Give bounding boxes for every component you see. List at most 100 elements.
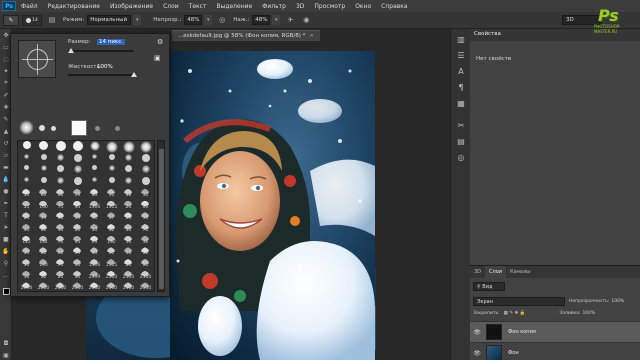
brush-size-number: 2500 xyxy=(54,286,67,292)
brush-size-number: 1106 xyxy=(88,263,101,268)
character-panel-icon[interactable]: A xyxy=(451,63,471,79)
brush-preset-picker[interactable]: 14 xyxy=(22,14,42,26)
clone-source-panel-icon[interactable]: ◎ xyxy=(451,149,471,165)
brush-presets-panel-icon[interactable]: ▤ xyxy=(451,133,471,149)
brush-size-number: 60 xyxy=(142,263,149,268)
brush-size-number: 60 xyxy=(142,204,149,210)
lock-label: Закрепить: xyxy=(473,311,500,316)
brush-size-number: 23 xyxy=(125,216,132,222)
brush-preset-cell[interactable]: 2500 xyxy=(35,281,52,291)
tools-panel-icon[interactable]: ✂ xyxy=(451,117,471,133)
brush-size-number: 2500 xyxy=(122,286,135,292)
size-value-field[interactable]: 14 пикс. xyxy=(97,39,126,45)
tab-3d[interactable]: 3D xyxy=(470,266,485,278)
menu-edit[interactable]: Редактирование xyxy=(43,3,105,10)
brush-angle-preview[interactable] xyxy=(18,40,56,78)
brush-size-number: 63 xyxy=(40,251,47,257)
mode-select[interactable]: Нормальный xyxy=(87,15,132,25)
menu-3d[interactable]: 3D xyxy=(291,3,309,10)
menu-layers[interactable]: Слои xyxy=(158,3,184,10)
brush-size-number: 2500 xyxy=(139,286,152,292)
blend-mode-select[interactable]: Экран xyxy=(473,297,565,306)
menu-help[interactable]: Справка xyxy=(376,3,412,10)
options-bar: ✎ 14 ▤ Режим: Нормальный ▾ Непрозр.: 48%… xyxy=(0,12,640,29)
close-icon[interactable]: × xyxy=(309,33,314,39)
paragraph-panel-icon[interactable]: ¶ xyxy=(451,79,471,95)
document-tab[interactable]: ...eskdefault.jpg @ 58% (Фон копия, RGB/… xyxy=(172,30,320,41)
tab-channels[interactable]: Каналы xyxy=(506,266,534,278)
brush-size-number: 36 xyxy=(142,216,149,222)
pressure-size-icon[interactable]: ◉ xyxy=(300,15,312,26)
brush-tip-icon xyxy=(108,177,115,184)
brush-preset-cell[interactable]: 2500 xyxy=(120,281,137,292)
eye-icon[interactable]: 👁 xyxy=(470,350,484,357)
brush-size-number: 39 xyxy=(40,216,47,222)
airbrush-icon[interactable]: ✈ xyxy=(284,15,296,26)
recent-brush-soft[interactable] xyxy=(19,120,34,135)
brush-preset-cell[interactable]: 2500 xyxy=(137,281,154,292)
hardness-slider[interactable] xyxy=(68,74,134,76)
size-slider[interactable] xyxy=(68,50,134,52)
lock-icons[interactable]: ▦ ✎ ✥ 🔒 xyxy=(504,311,526,316)
recent-brush-small[interactable] xyxy=(39,125,45,131)
brush-preset-cell[interactable]: 2500 xyxy=(86,281,103,291)
brush-presets-scrollbar[interactable] xyxy=(157,140,165,292)
menu-select[interactable]: Выделение xyxy=(211,3,257,10)
brush-size-number: 42 xyxy=(108,227,115,233)
brush-size-number: 26 xyxy=(74,227,81,233)
brush-size-number: 44 xyxy=(23,227,30,233)
quick-mask-icon[interactable]: ◘ xyxy=(0,337,12,349)
layer-kind-filter[interactable]: ⚲ Вид xyxy=(473,282,505,291)
recent-brush-dot[interactable] xyxy=(115,126,120,131)
recent-brush-tiny[interactable] xyxy=(51,126,56,131)
recent-brushes xyxy=(17,118,137,138)
chevron-down-icon[interactable]: ▾ xyxy=(133,15,142,25)
brush-size-number: 11 xyxy=(91,216,98,222)
properties-panel-icon[interactable]: ☰ xyxy=(451,47,471,63)
hardness-slider-knob[interactable] xyxy=(131,72,137,77)
brush-size-number: 2500 xyxy=(122,274,135,280)
screen-mode-icon[interactable]: ▣ xyxy=(0,349,12,360)
brush-dot-icon xyxy=(26,17,32,23)
layer-opacity-value[interactable]: 100% xyxy=(611,299,624,304)
swatches-panel-icon[interactable]: ▦ xyxy=(451,95,471,111)
chevron-down-icon[interactable]: ▾ xyxy=(272,15,281,25)
hardness-value-field[interactable]: 100% xyxy=(97,64,113,70)
pressure-opacity-icon[interactable]: ◎ xyxy=(216,15,228,26)
brush-tip-icon xyxy=(73,153,82,162)
brush-tip-icon xyxy=(92,165,97,171)
brush-tip-icon xyxy=(108,153,115,160)
eye-icon[interactable]: 👁 xyxy=(470,329,484,336)
recent-brush-hard[interactable] xyxy=(71,120,87,136)
brush-panel-icon[interactable]: ▤ xyxy=(46,15,58,26)
history-panel-icon[interactable]: ▥ xyxy=(451,31,471,47)
photo-canvas[interactable] xyxy=(170,51,375,360)
menu-file[interactable]: Файл xyxy=(16,3,43,10)
menu-filter[interactable]: Фильтр xyxy=(257,3,291,10)
layer-row-bg-copy[interactable]: 👁 Фон копия xyxy=(470,321,640,342)
new-preset-icon[interactable]: ▣ xyxy=(154,54,161,62)
tab-layers[interactable]: Слои xyxy=(485,266,507,278)
opacity-field[interactable]: 48% xyxy=(184,15,203,25)
brush-preset-cell[interactable]: 2500 xyxy=(103,281,120,291)
brush-tip-icon xyxy=(57,165,64,173)
brush-size-number: 55 xyxy=(23,263,30,268)
flow-field[interactable]: 48% xyxy=(252,15,271,25)
brush-tool-preset-button[interactable]: ✎ xyxy=(3,14,19,26)
gear-icon[interactable]: ⚙ xyxy=(157,38,163,46)
brush-preset-cell[interactable]: 2500 xyxy=(52,281,69,292)
menu-type[interactable]: Текст xyxy=(184,3,212,10)
chevron-down-icon[interactable]: ▾ xyxy=(204,15,213,25)
brush-preset-cell[interactable]: 2494 xyxy=(18,281,35,291)
brush-tip-icon xyxy=(125,153,132,161)
recent-brush-dot[interactable] xyxy=(95,126,100,131)
brush-preset-cell[interactable]: 2500 xyxy=(69,281,86,291)
layer-row-bg[interactable]: 👁 Фон xyxy=(470,342,640,360)
fill-value[interactable]: 100% xyxy=(582,311,595,316)
brush-size-number: 33 xyxy=(91,227,98,233)
menu-image[interactable]: Изображение xyxy=(105,3,158,10)
size-slider-knob[interactable] xyxy=(68,48,75,53)
menu-view[interactable]: Просмотр xyxy=(309,3,350,10)
menu-window[interactable]: Окно xyxy=(350,3,376,10)
brush-size-number: 14 xyxy=(74,274,81,280)
